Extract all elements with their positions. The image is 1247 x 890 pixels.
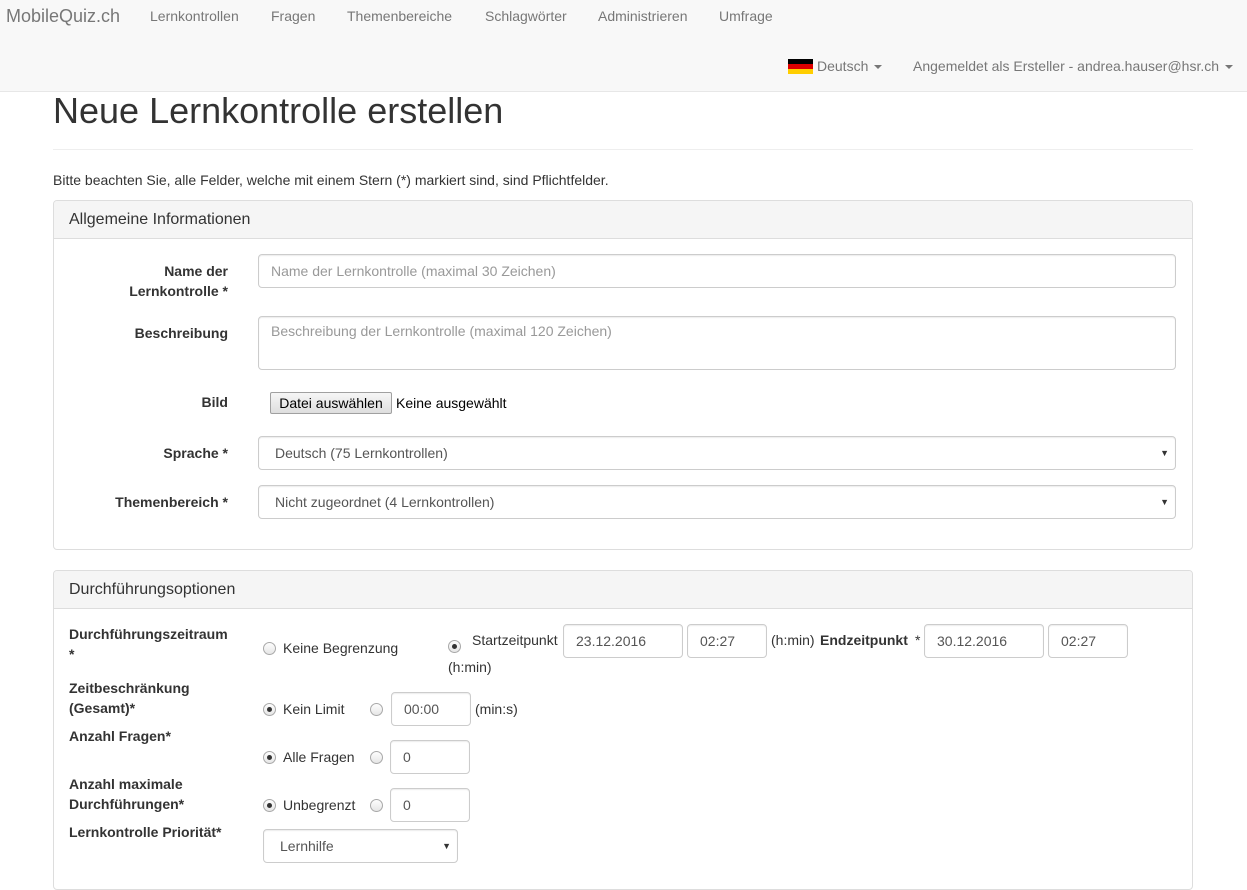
end-date-input[interactable] [924,624,1044,658]
max-runs-label-line2: Durchführungen* [69,796,185,812]
priority-select-value: Lernhilfe [280,838,334,854]
unlimited-runs-radio[interactable] [263,799,276,812]
priority-select[interactable]: Lernhilfe ▼ [263,829,458,863]
nav-link-administrieren[interactable]: Administrieren [598,6,687,26]
period-label-line1: Durchführungszeitraum [69,626,228,642]
select-arrow-icon: ▼ [1160,497,1169,507]
language-dropdown-label: Deutsch [817,58,869,74]
topic-select[interactable]: Nicht zugeordnet (4 Lernkontrollen) ▼ [258,485,1176,519]
question-count-input[interactable] [390,740,470,774]
nav-link-themenbereiche[interactable]: Themenbereiche [347,6,452,26]
caret-down-icon [874,65,883,70]
time-limit-label-line2: (Gesamt)* [69,700,136,716]
period-label-line2: * [69,646,75,662]
all-questions-radio[interactable] [263,751,276,764]
all-questions-label: Alle Fragen [283,749,355,765]
brand-link[interactable]: MobileQuiz.ch [6,4,120,28]
time-no-limit-radio[interactable] [263,703,276,716]
nav-link-fragen[interactable]: Fragen [271,6,315,26]
question-count-radio[interactable] [370,751,383,764]
time-limit-label: Zeitbeschränkung (Gesamt)* [69,678,249,718]
max-runs-radio[interactable] [370,799,383,812]
max-runs-label: Anzahl maximale Durchführungen* [69,774,249,814]
select-arrow-icon: ▼ [442,841,451,851]
start-time-input[interactable] [687,624,767,658]
page-title: Neue Lernkontrolle erstellen [53,90,504,131]
period-no-limit-radio[interactable] [263,642,276,655]
image-label: Bild [201,394,228,410]
execution-options-heading: Durchführungsoptionen [54,571,1192,609]
time-limit-input[interactable] [391,692,471,726]
language-select-value: Deutsch (75 Lernkontrollen) [275,445,448,461]
start-time-unit: (h:min) [771,632,815,648]
name-input[interactable] [258,254,1176,288]
start-label: Startzeitpunkt [472,632,558,648]
flag-de-icon [788,59,813,74]
time-no-limit-label: Kein Limit [283,701,345,717]
general-info-heading: Allgemeine Informationen [54,201,1192,239]
start-date-input[interactable] [563,624,683,658]
name-label-line2: Lernkontrolle * [129,283,228,299]
time-limit-label-line1: Zeitbeschränkung [69,680,190,696]
period-range-radio[interactable] [448,640,461,653]
nav-link-umfrage[interactable]: Umfrage [719,6,773,26]
topic-label: Themenbereich * [115,494,228,510]
language-dropdown[interactable]: Deutsch [788,56,883,76]
period-no-limit-label: Keine Begrenzung [283,640,399,656]
period-label: Durchführungszeitraum * [69,624,249,664]
end-time-input[interactable] [1048,624,1128,658]
nav-link-lernkontrollen[interactable]: Lernkontrollen [150,6,239,26]
priority-label: Lernkontrolle Priorität* [69,824,222,840]
end-required-star: * [915,632,921,648]
name-label: Name der Lernkontrolle * [90,261,228,301]
time-limit-unit: (min:s) [475,701,518,717]
language-label: Sprache * [163,445,228,461]
user-dropdown[interactable]: Angemeldet als Ersteller - andrea.hauser… [913,56,1234,76]
time-limit-radio[interactable] [370,703,383,716]
choose-file-button[interactable]: Datei auswählen [270,392,392,414]
header-divider [53,149,1193,150]
user-dropdown-label: Angemeldet als Ersteller - andrea.hauser… [913,58,1220,74]
file-status-text: Keine ausgewählt [396,395,507,411]
max-runs-label-line1: Anzahl maximale [69,776,183,792]
nav-link-schlagwoerter[interactable]: Schlagwörter [485,6,567,26]
language-select[interactable]: Deutsch (75 Lernkontrollen) ▼ [258,436,1176,470]
end-label: Endzeitpunkt [820,632,908,648]
required-fields-notice: Bitte beachten Sie, alle Felder, welche … [53,172,609,188]
topic-select-value: Nicht zugeordnet (4 Lernkontrollen) [275,494,495,510]
max-runs-input[interactable] [390,788,470,822]
navbar: MobileQuiz.ch Lernkontrollen Fragen Them… [0,0,1247,92]
description-textarea[interactable] [258,316,1176,370]
end-time-unit: (h:min) [448,659,492,675]
unlimited-runs-label: Unbegrenzt [283,797,356,813]
question-count-label: Anzahl Fragen* [69,728,171,744]
select-arrow-icon: ▼ [1160,448,1169,458]
description-label: Beschreibung [134,325,228,341]
caret-down-icon [1225,65,1234,70]
name-label-line1: Name der [164,263,228,279]
